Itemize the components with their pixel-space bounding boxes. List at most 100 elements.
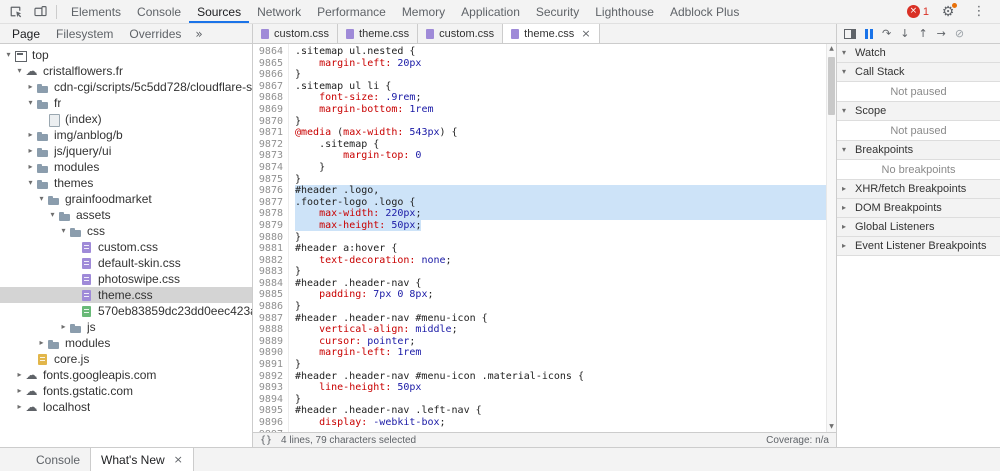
expanded-arrow-icon[interactable]: ▾ — [47, 211, 58, 219]
expanded-arrow-icon[interactable]: ▾ — [14, 67, 25, 75]
file-tab-theme-css-3[interactable]: theme.css× — [503, 24, 599, 43]
expanded-arrow-icon[interactable]: ▾ — [3, 51, 14, 59]
inspect-element-icon[interactable] — [3, 1, 27, 23]
line-number[interactable]: 9866 — [253, 69, 283, 81]
tree-item-modules[interactable]: ▸modules — [0, 159, 252, 175]
line-number[interactable]: 9890 — [253, 347, 283, 359]
expanded-arrow-icon[interactable]: ▾ — [25, 99, 36, 107]
line-number[interactable]: 9883 — [253, 266, 283, 278]
collapsed-arrow-icon[interactable]: ▸ — [14, 403, 25, 411]
collapsed-arrow-icon[interactable]: ▸ — [58, 323, 69, 331]
code-line-9865[interactable]: margin-left: 20px — [295, 58, 826, 70]
navigator-overflow-icon[interactable]: » — [189, 27, 208, 41]
code-line-9886[interactable]: } — [295, 301, 826, 313]
editor-scrollbar[interactable]: ▲ ▼ — [826, 44, 836, 432]
tab-lighthouse[interactable]: Lighthouse — [587, 0, 662, 23]
code-line-9879[interactable]: max-height: 50px; — [295, 220, 826, 232]
error-badge[interactable]: × 1 — [907, 5, 929, 18]
line-number[interactable]: 9878 — [253, 208, 283, 220]
section-header-watch[interactable]: ▾Watch — [837, 44, 1000, 63]
code-line-9888[interactable]: vertical-align: middle; — [295, 324, 826, 336]
tree-item-localhost[interactable]: ▸☁localhost — [0, 399, 252, 415]
tree-item-fonts-gstatic-com[interactable]: ▸☁fonts.gstatic.com — [0, 383, 252, 399]
section-header-xhr-fetch-breakpoints[interactable]: ▸XHR/fetch Breakpoints — [837, 180, 1000, 199]
tree-item-themes[interactable]: ▾themes — [0, 175, 252, 191]
more-options-kebab-icon[interactable]: ⋮ — [967, 1, 991, 23]
code-line-9864[interactable]: .sitemap ul.nested { — [295, 46, 826, 58]
tree-item-custom-css[interactable]: custom.css — [0, 239, 252, 255]
code-line-9871[interactable]: @media (max-width: 543px) { — [295, 127, 826, 139]
line-number[interactable]: 9892 — [253, 371, 283, 383]
tab-application[interactable]: Application — [453, 0, 528, 23]
pretty-print-icon[interactable]: {} — [260, 435, 272, 446]
deactivate-breakpoints-icon[interactable]: ⊘ — [955, 28, 964, 39]
line-number[interactable]: 9869 — [253, 104, 283, 116]
line-number[interactable]: 9870 — [253, 116, 283, 128]
code-line-9889[interactable]: cursor: pointer; — [295, 336, 826, 348]
code-line-9891[interactable]: } — [295, 359, 826, 371]
section-header-event-listener-breakpoints[interactable]: ▸Event Listener Breakpoints — [837, 237, 1000, 256]
code-line-9869[interactable]: margin-bottom: 1rem — [295, 104, 826, 116]
code-line-9880[interactable]: } — [295, 232, 826, 244]
tree-item-fonts-googleapis-com[interactable]: ▸☁fonts.googleapis.com — [0, 367, 252, 383]
code-line-9875[interactable]: } — [295, 174, 826, 186]
tree-item-grainfoodmarket[interactable]: ▾grainfoodmarket — [0, 191, 252, 207]
tree-item-fr[interactable]: ▾fr — [0, 95, 252, 111]
collapsed-arrow-icon[interactable]: ▸ — [25, 131, 36, 139]
line-number[interactable]: 9893 — [253, 382, 283, 394]
close-tab-icon[interactable]: × — [581, 28, 590, 39]
section-header-dom-breakpoints[interactable]: ▸DOM Breakpoints — [837, 199, 1000, 218]
tree-item-top[interactable]: ▾top — [0, 47, 252, 63]
line-number[interactable]: 9879 — [253, 220, 283, 232]
code-line-9892[interactable]: #header .header-nav #menu-icon .material… — [295, 371, 826, 383]
code-line-9890[interactable]: margin-left: 1rem — [295, 347, 826, 359]
scroll-down-arrow-icon[interactable]: ▼ — [827, 422, 836, 432]
code-line-9894[interactable]: } — [295, 394, 826, 406]
line-number[interactable]: 9886 — [253, 301, 283, 313]
step-over-icon[interactable]: ↷ — [882, 28, 891, 39]
tab-network[interactable]: Network — [249, 0, 309, 23]
scroll-up-arrow-icon[interactable]: ▲ — [827, 44, 836, 54]
code-line-9877[interactable]: .footer-logo .logo { — [295, 197, 826, 209]
code-line-9881[interactable]: #header a:hover { — [295, 243, 826, 255]
expanded-arrow-icon[interactable]: ▾ — [36, 195, 47, 203]
code-line-9873[interactable]: margin-top: 0 — [295, 150, 826, 162]
navigator-tab-overrides[interactable]: Overrides — [121, 24, 189, 43]
tree-item-assets[interactable]: ▾assets — [0, 207, 252, 223]
code-content[interactable]: .sitemap ul.nested { margin-left: 20px}.… — [289, 44, 826, 432]
tree-item-photoswipe-css[interactable]: photoswipe.css — [0, 271, 252, 287]
pause-icon[interactable] — [865, 29, 873, 39]
tree-item-cdn-cgi-scripts-5c5dd728-cloudflare-static[interactable]: ▸cdn-cgi/scripts/5c5dd728/cloudflare-sta… — [0, 79, 252, 95]
tree-item-default-skin-css[interactable]: default-skin.css — [0, 255, 252, 271]
code-line-9866[interactable]: } — [295, 69, 826, 81]
tree-item-js-jquery-ui[interactable]: ▸js/jquery/ui — [0, 143, 252, 159]
tree-item-core-js[interactable]: core.js — [0, 351, 252, 367]
tree-item-css[interactable]: ▾css — [0, 223, 252, 239]
code-line-9895[interactable]: #header .header-nav .left-nav { — [295, 405, 826, 417]
tree-item-theme-css[interactable]: theme.css — [0, 287, 252, 303]
line-number[interactable]: 9865 — [253, 58, 283, 70]
section-header-breakpoints[interactable]: ▾Breakpoints — [837, 141, 1000, 160]
section-header-scope[interactable]: ▾Scope — [837, 102, 1000, 121]
file-tab-custom-css-0[interactable]: custom.css — [253, 24, 338, 43]
code-line-9874[interactable]: } — [295, 162, 826, 174]
drawer-tab-what-s-new[interactable]: What's New× — [90, 448, 194, 471]
line-number[interactable]: 9864 — [253, 46, 283, 58]
code-line-9872[interactable]: .sitemap { — [295, 139, 826, 151]
line-number[interactable]: 9889 — [253, 336, 283, 348]
expanded-arrow-icon[interactable]: ▾ — [25, 179, 36, 187]
step-icon[interactable]: → — [937, 28, 946, 39]
line-number[interactable]: 9871 — [253, 127, 283, 139]
code-line-9878[interactable]: max-width: 220px; — [295, 208, 826, 220]
line-number[interactable]: 9867 — [253, 81, 283, 93]
step-into-icon[interactable]: ↓ — [900, 28, 909, 39]
code-line-9885[interactable]: padding: 7px 0 8px; — [295, 289, 826, 301]
navigator-tab-page[interactable]: Page — [4, 24, 48, 43]
tab-memory[interactable]: Memory — [394, 0, 453, 23]
code-line-9893[interactable]: line-height: 50px — [295, 382, 826, 394]
tree-item-js[interactable]: ▸js — [0, 319, 252, 335]
line-number[interactable]: 9873 — [253, 150, 283, 162]
line-number[interactable]: 9884 — [253, 278, 283, 290]
file-tab-custom-css-2[interactable]: custom.css — [418, 24, 503, 43]
line-number[interactable]: 9894 — [253, 394, 283, 406]
